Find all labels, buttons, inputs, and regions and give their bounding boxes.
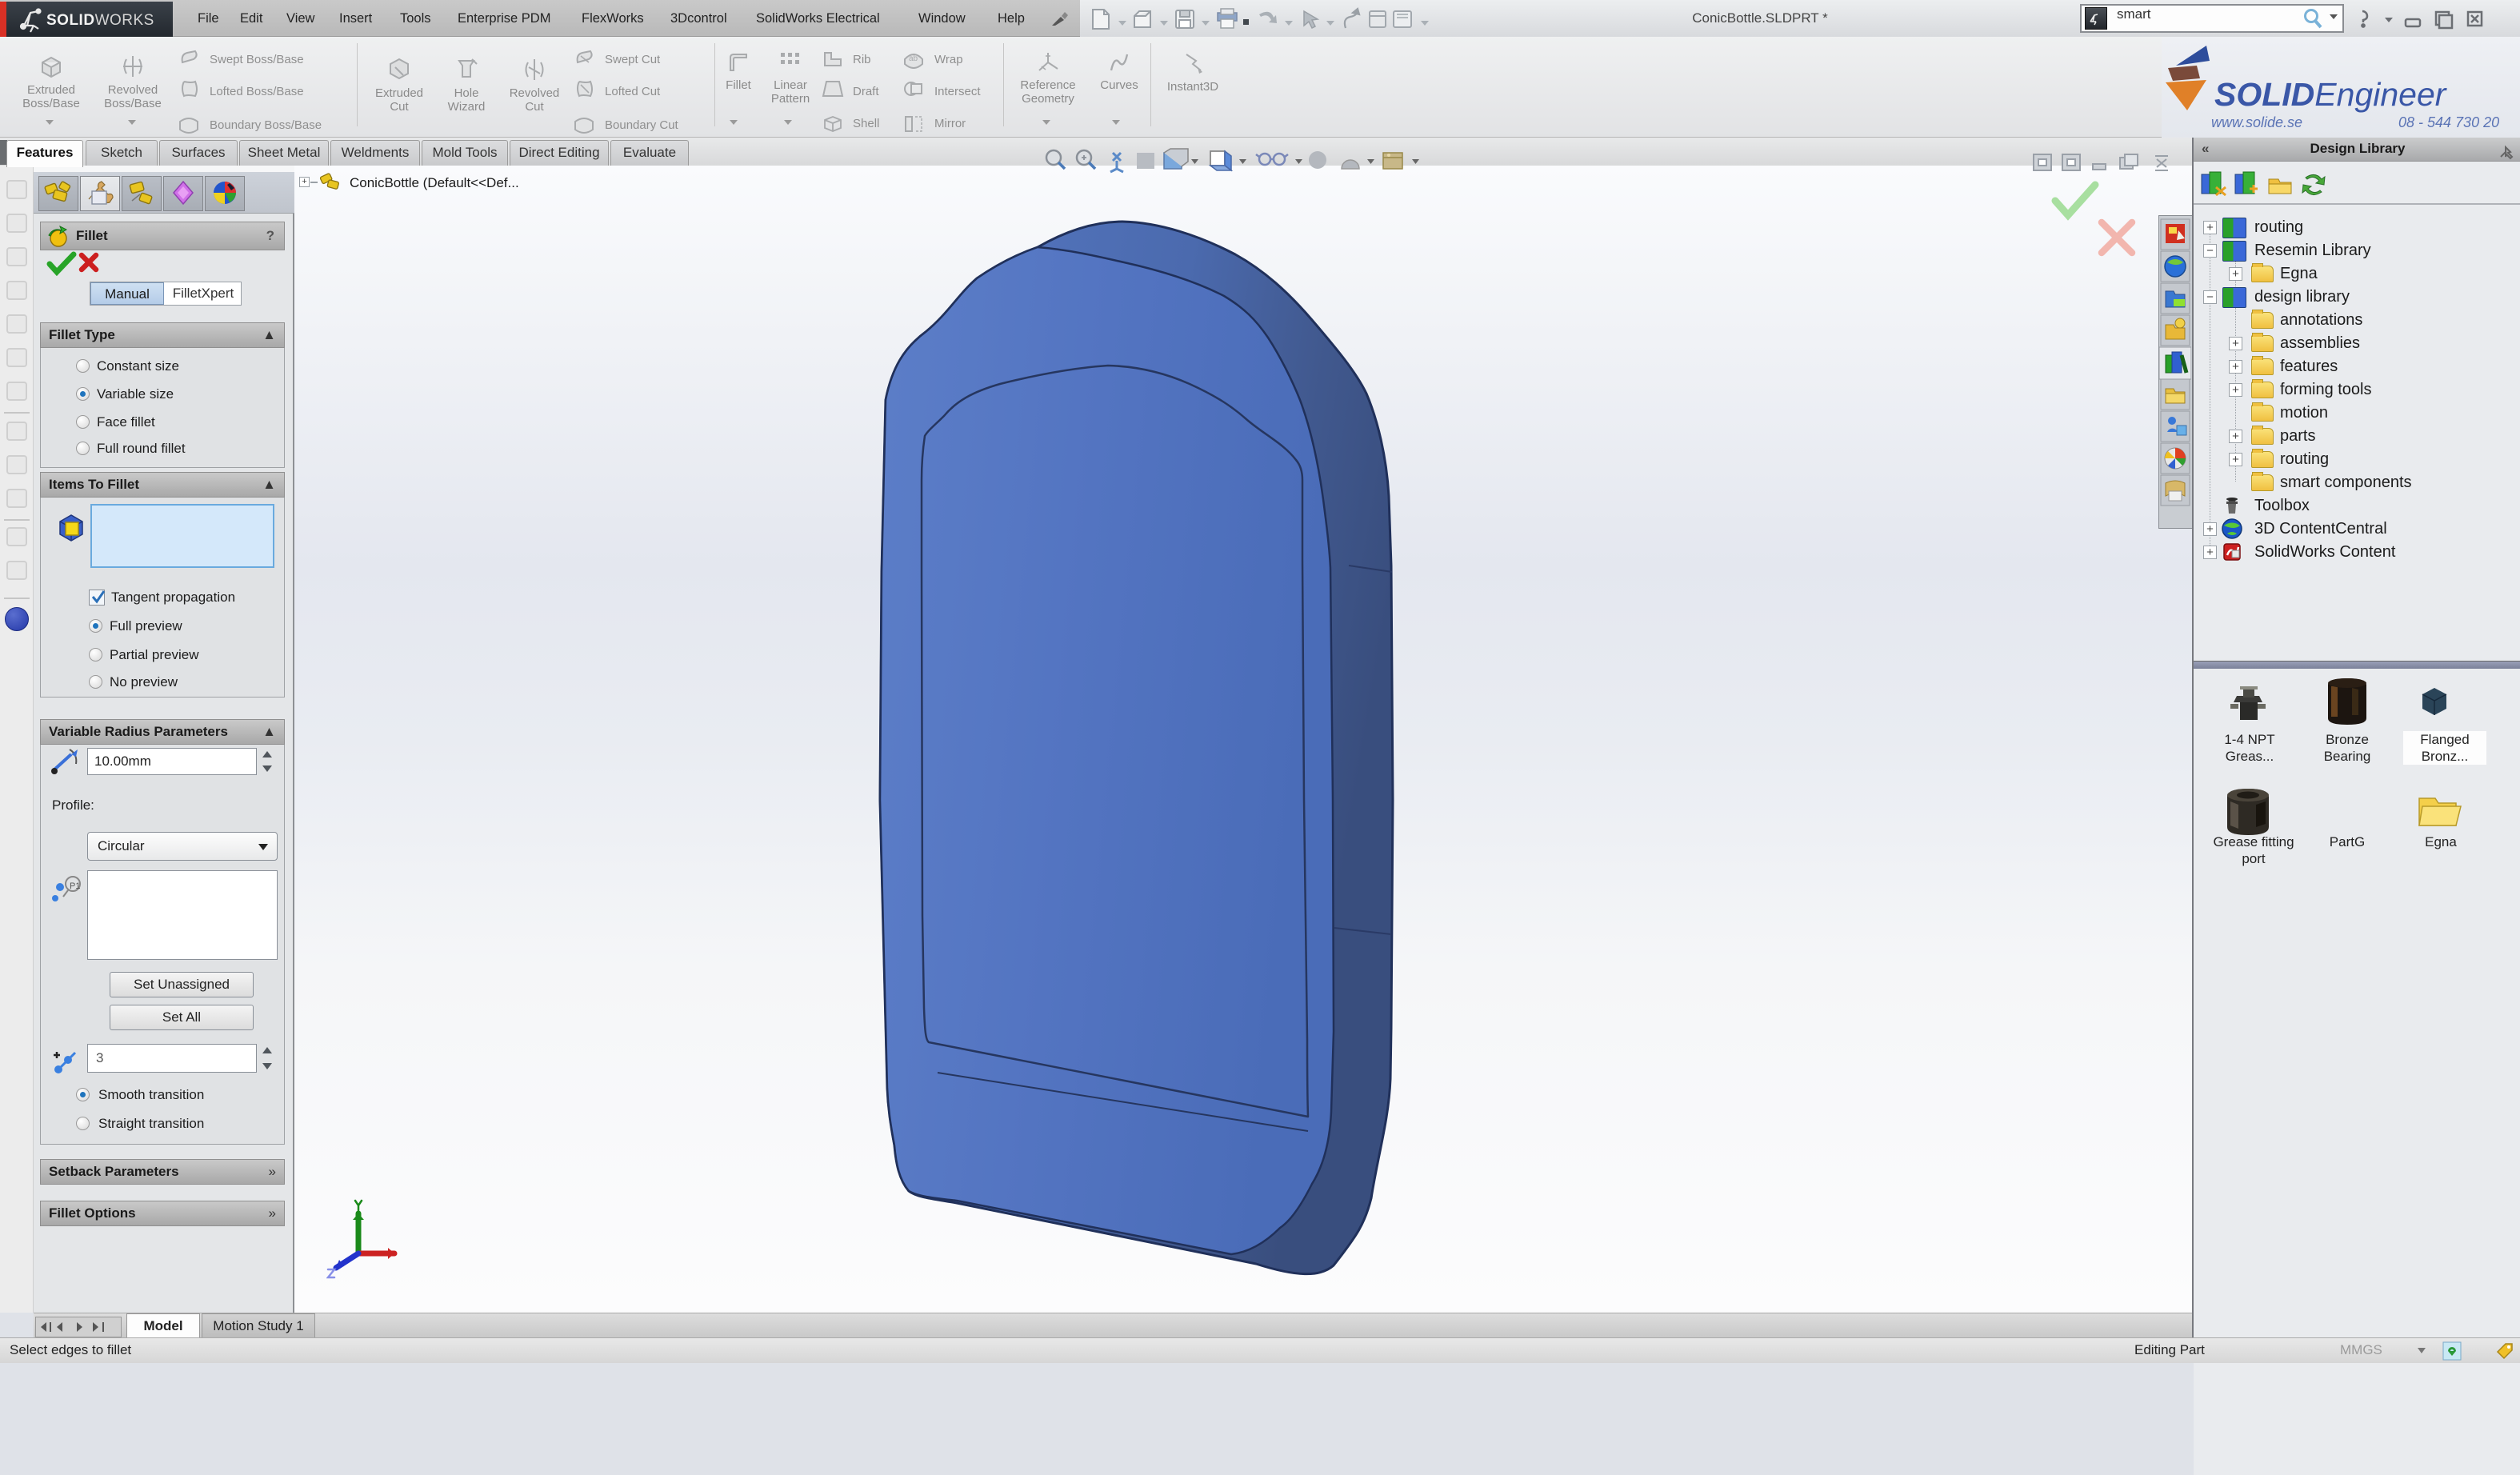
svg-text:SOLIDWORKS: SOLIDWORKS: [46, 12, 154, 29]
svg-text:P1: P1: [70, 881, 80, 891]
svg-text:ab: ab: [909, 54, 918, 63]
svg-text:www.solide.se: www.solide.se: [2211, 114, 2302, 130]
svg-text:SOLIDEngineer: SOLIDEngineer: [2214, 76, 2448, 113]
svg-text:08 - 544 730 20: 08 - 544 730 20: [2398, 114, 2499, 130]
